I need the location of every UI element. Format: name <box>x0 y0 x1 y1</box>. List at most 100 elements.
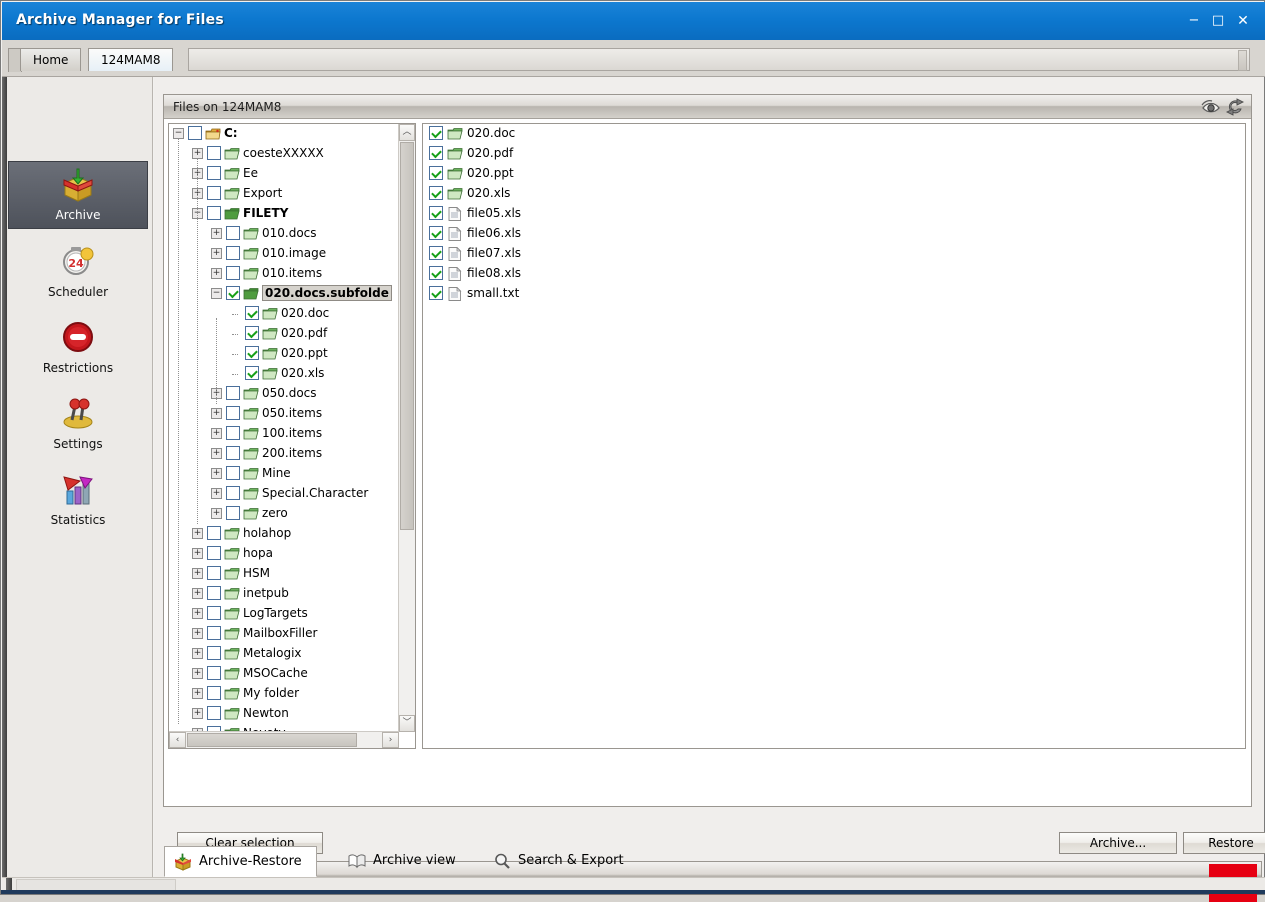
sidebar-item-settings[interactable]: Settings <box>8 389 148 457</box>
tree-scroll-down-button[interactable]: ﹀ <box>399 715 415 732</box>
tree-node[interactable]: + Mine <box>169 464 399 484</box>
tree-node-checkbox[interactable] <box>207 546 221 560</box>
tree-node-checkbox[interactable] <box>226 286 240 300</box>
eye-icon[interactable] <box>1201 98 1221 116</box>
expand-icon[interactable]: + <box>192 628 203 639</box>
expand-icon[interactable]: + <box>192 708 203 719</box>
tree-node-checkbox[interactable] <box>207 146 221 160</box>
tree-node-checkbox[interactable] <box>207 626 221 640</box>
tree-node[interactable]: +010.docs <box>169 224 399 244</box>
tree-node[interactable]: +050.docs <box>169 384 399 404</box>
file-list-item[interactable]: file05.xls <box>423 204 1245 224</box>
tree-node-checkbox[interactable] <box>226 266 240 280</box>
expand-icon[interactable]: + <box>192 608 203 619</box>
file-item-checkbox[interactable] <box>429 146 443 160</box>
tree-node[interactable]: +010.image <box>169 244 399 264</box>
tree-node-checkbox[interactable] <box>207 666 221 680</box>
tree-node-checkbox[interactable] <box>226 446 240 460</box>
file-list-item[interactable]: 020.doc <box>423 124 1245 144</box>
tree-node-checkbox[interactable] <box>226 386 240 400</box>
tree-node[interactable]: 020.doc <box>169 304 399 324</box>
tree-node-checkbox[interactable] <box>226 406 240 420</box>
file-list-item[interactable]: 020.ppt <box>423 164 1245 184</box>
tree-node[interactable]: + My folder <box>169 684 399 704</box>
file-list-item[interactable]: file08.xls <box>423 264 1245 284</box>
tab-search-export[interactable]: Search & Export <box>484 846 638 877</box>
tree-node[interactable]: + MSOCache <box>169 664 399 684</box>
tree-node-checkbox[interactable] <box>245 326 259 340</box>
tab-archive-restore[interactable]: Archive-Restore <box>164 846 317 877</box>
expand-icon[interactable]: + <box>211 408 222 419</box>
tree-node-checkbox[interactable] <box>226 466 240 480</box>
tree-node[interactable]: +050.items <box>169 404 399 424</box>
expand-icon[interactable]: + <box>211 508 222 519</box>
tree-node[interactable]: +010.items <box>169 264 399 284</box>
tree-node-checkbox[interactable] <box>188 126 202 140</box>
file-list-item[interactable]: file06.xls <box>423 224 1245 244</box>
tree-node-checkbox[interactable] <box>207 586 221 600</box>
tree-node[interactable]: + Metalogix <box>169 644 399 664</box>
tab-strip-grip[interactable] <box>1238 50 1247 71</box>
tree-node[interactable]: 020.ppt <box>169 344 399 364</box>
tree-node-checkbox[interactable] <box>226 226 240 240</box>
tab-124mam8[interactable]: 124MAM8 <box>88 48 174 71</box>
expand-icon[interactable]: + <box>192 568 203 579</box>
minimize-button[interactable]: − <box>1186 14 1202 28</box>
tree-node-checkbox[interactable] <box>207 166 221 180</box>
tree-node-checkbox[interactable] <box>207 206 221 220</box>
tree-node-checkbox[interactable] <box>226 506 240 520</box>
tree-hscroll-thumb[interactable] <box>187 733 357 747</box>
file-item-checkbox[interactable] <box>429 166 443 180</box>
expand-icon[interactable]: + <box>192 528 203 539</box>
tree-scroll-right-button[interactable]: › <box>382 732 399 748</box>
file-list-item[interactable]: small.txt <box>423 284 1245 304</box>
tree-node[interactable]: + inetpub <box>169 584 399 604</box>
tab-home[interactable]: Home <box>20 48 82 71</box>
tree-node-checkbox[interactable] <box>226 246 240 260</box>
folder-tree-pane[interactable]: − C: + coesteXXXXX + Ee + Export − FILETY +010.doc… <box>168 123 416 749</box>
tree-node[interactable]: + holahop <box>169 524 399 544</box>
tree-node[interactable]: − FILETY <box>169 204 399 224</box>
file-list-pane[interactable]: 020.doc 020.pdf 020.ppt 020.xls file05.xls fi… <box>422 123 1246 749</box>
expand-icon[interactable]: + <box>211 468 222 479</box>
file-list-item[interactable]: 020.pdf <box>423 144 1245 164</box>
expand-icon[interactable]: + <box>211 488 222 499</box>
tree-node[interactable]: + Special.Character <box>169 484 399 504</box>
tree-vertical-scrollbar[interactable]: ︿ ﹀ <box>398 124 415 732</box>
sidebar-item-statistics[interactable]: Statistics <box>8 465 148 533</box>
refresh-icon[interactable] <box>1225 98 1245 116</box>
file-list-item[interactable]: 020.xls <box>423 184 1245 204</box>
file-list-item[interactable]: file07.xls <box>423 244 1245 264</box>
tree-node-checkbox[interactable] <box>207 706 221 720</box>
tree-node[interactable]: +200.items <box>169 444 399 464</box>
tree-node-checkbox[interactable] <box>207 686 221 700</box>
expand-icon[interactable]: + <box>192 688 203 699</box>
expand-icon[interactable]: + <box>211 448 222 459</box>
tree-node[interactable]: 020.xls <box>169 364 399 384</box>
expand-icon[interactable]: + <box>211 248 222 259</box>
tree-node[interactable]: − C: <box>169 124 399 144</box>
maximize-button[interactable]: □ <box>1210 14 1226 28</box>
folder-tree[interactable]: − C: + coesteXXXXX + Ee + Export − FILETY +010.doc… <box>169 124 399 732</box>
expand-icon[interactable]: + <box>192 668 203 679</box>
file-item-checkbox[interactable] <box>429 226 443 240</box>
tree-horizontal-scrollbar[interactable]: ‹ › <box>169 731 399 748</box>
sidebar-item-scheduler[interactable]: 24 Scheduler <box>8 237 148 305</box>
tab-archive-view[interactable]: Archive view <box>339 846 470 877</box>
tree-node-checkbox[interactable] <box>207 526 221 540</box>
expand-icon[interactable]: + <box>211 228 222 239</box>
tree-node[interactable]: + Newton <box>169 704 399 724</box>
collapse-icon[interactable]: − <box>211 288 222 299</box>
file-item-checkbox[interactable] <box>429 246 443 260</box>
tree-node[interactable]: + LogTargets <box>169 604 399 624</box>
expand-icon[interactable]: + <box>211 268 222 279</box>
close-button[interactable]: ✕ <box>1235 14 1251 28</box>
tree-node-checkbox[interactable] <box>207 186 221 200</box>
tree-node[interactable]: + MailboxFiller <box>169 624 399 644</box>
tree-node-checkbox[interactable] <box>207 646 221 660</box>
file-item-checkbox[interactable] <box>429 206 443 220</box>
tree-node-checkbox[interactable] <box>207 566 221 580</box>
file-item-checkbox[interactable] <box>429 126 443 140</box>
tree-node-checkbox[interactable] <box>207 606 221 620</box>
tree-node[interactable]: + HSM <box>169 564 399 584</box>
